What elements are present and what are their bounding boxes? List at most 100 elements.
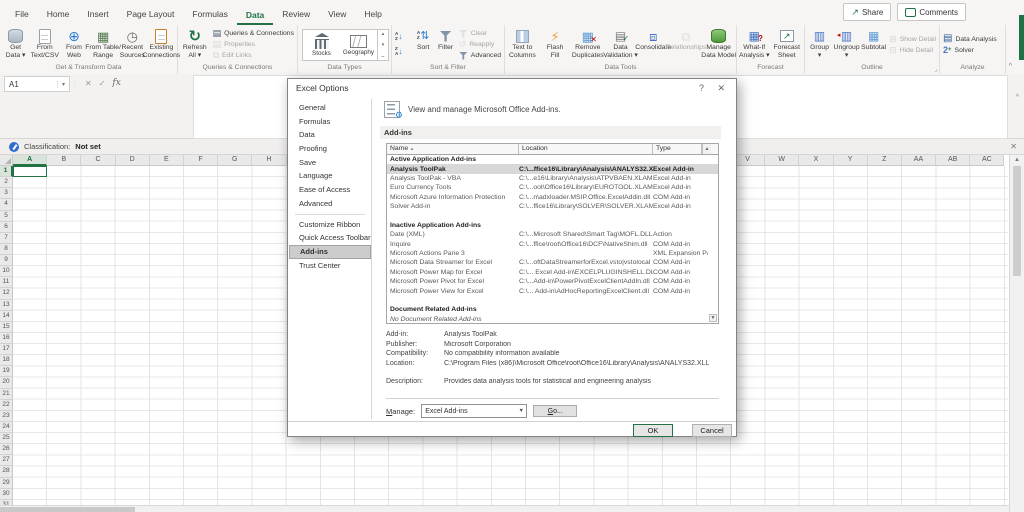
row-header-12[interactable]: 12 bbox=[0, 288, 13, 299]
ribbon-button-group[interactable]: ▥Group▾ bbox=[806, 26, 833, 63]
selected-cell-a1[interactable] bbox=[13, 166, 47, 177]
ribbon-button-what-if-analysis[interactable]: ▦?What-IfAnalysis ▾ bbox=[738, 26, 771, 63]
ok-button[interactable]: OK bbox=[633, 424, 673, 437]
addin-row-inquire[interactable]: InquireC:\...ffice\root\Office16\DCF\Nat… bbox=[387, 240, 718, 249]
ribbon-button-get-data[interactable]: GetData ▾ bbox=[1, 26, 30, 63]
addin-row-microsoft-azure-information-protection[interactable]: Microsoft Azure Information ProtectionC:… bbox=[387, 193, 718, 202]
ribbon-button-existing-connections[interactable]: ExistingConnections bbox=[147, 26, 176, 63]
row-header-14[interactable]: 14 bbox=[0, 311, 13, 322]
row-header-29[interactable]: 29 bbox=[0, 478, 13, 489]
ribbon-button-advanced[interactable]: Advanced bbox=[459, 51, 501, 61]
row-header-17[interactable]: 17 bbox=[0, 344, 13, 355]
ribbon-button-sort[interactable]: AZ⇅Sort bbox=[412, 26, 434, 63]
cancel-button[interactable]: Cancel bbox=[692, 424, 732, 437]
row-header-30[interactable]: 30 bbox=[0, 489, 13, 500]
row-header-8[interactable]: 8 bbox=[0, 244, 13, 255]
ribbon-button-edit-links[interactable]: ⧉Edit Links bbox=[213, 51, 294, 61]
ribbon-button-flash-fill[interactable]: ⚡FlashFill bbox=[539, 26, 572, 63]
row-header-15[interactable]: 15 bbox=[0, 322, 13, 333]
row-header-5[interactable]: 5 bbox=[0, 211, 13, 222]
cancel-entry-icon[interactable]: ✕ bbox=[85, 79, 92, 88]
select-all-corner[interactable] bbox=[0, 155, 13, 166]
classification-close-icon[interactable]: ✕ bbox=[1010, 142, 1017, 151]
name-box[interactable]: A1 ▾ bbox=[4, 76, 70, 92]
row-header-4[interactable]: 4 bbox=[0, 199, 13, 210]
addin-row-euro-currency-tools[interactable]: Euro Currency ToolsC:\...oot\Office16\Li… bbox=[387, 183, 718, 192]
name-box-dropdown-icon[interactable]: ▾ bbox=[57, 81, 69, 88]
row-header-24[interactable]: 24 bbox=[0, 422, 13, 433]
column-header-location[interactable]: Location bbox=[519, 144, 653, 154]
column-header-ac[interactable]: AC bbox=[970, 155, 1004, 166]
vertical-scrollbar[interactable]: ▲ bbox=[1009, 155, 1024, 512]
ribbon-button-remove-duplicates[interactable]: ▦✕RemoveDuplicates bbox=[571, 26, 604, 63]
column-header-c[interactable]: C bbox=[81, 155, 115, 166]
options-sidebar-item-quick-access-toolbar[interactable]: Quick Access Toolbar bbox=[289, 231, 371, 245]
row-headers[interactable]: 1234567891011121314151617181920212223242… bbox=[0, 166, 13, 512]
ribbon-button-forecast-sheet[interactable]: ↗ForecastSheet bbox=[771, 26, 804, 63]
options-sidebar-item-advanced[interactable]: Advanced bbox=[289, 197, 371, 211]
addin-row-analysis-toolpak[interactable]: Analysis ToolPakC:\...ffice16\Library\An… bbox=[387, 164, 718, 173]
ribbon-button-refresh-all[interactable]: ↻RefreshAll ▾ bbox=[179, 26, 211, 63]
tab-data[interactable]: Data bbox=[237, 5, 273, 26]
gallery-item-geography[interactable]: Geography bbox=[340, 30, 377, 60]
options-sidebar-item-data[interactable]: Data bbox=[289, 128, 371, 142]
addin-row-microsoft-power-view-for-excel[interactable]: Microsoft Power View for ExcelC:\... Add… bbox=[387, 286, 718, 295]
ribbon-button-reapply[interactable]: ↺Reapply bbox=[459, 40, 501, 50]
options-sidebar-item-language[interactable]: Language bbox=[289, 169, 371, 183]
tab-view[interactable]: View bbox=[319, 4, 355, 25]
row-header-11[interactable]: 11 bbox=[0, 277, 13, 288]
tab-page-layout[interactable]: Page Layout bbox=[118, 4, 184, 25]
tab-insert[interactable]: Insert bbox=[78, 4, 117, 25]
row-header-1[interactable]: 1 bbox=[0, 166, 13, 177]
sort-descending-button[interactable]: ZA↓ bbox=[395, 46, 410, 59]
column-header-type[interactable]: Type bbox=[653, 144, 702, 154]
ribbon-button-properties[interactable]: ▤Properties bbox=[213, 40, 294, 50]
addin-row-microsoft-data-streamer-for-excel[interactable]: Microsoft Data Streamer for ExcelC:\...o… bbox=[387, 258, 718, 267]
addin-row-analysis-toolpak-vba[interactable]: Analysis ToolPak - VBAC:\...e16\Library\… bbox=[387, 174, 718, 183]
row-header-27[interactable]: 27 bbox=[0, 455, 13, 466]
addins-table[interactable]: Name ▲LocationType▲Active Application Ad… bbox=[386, 143, 719, 324]
table-scroll-down-icon[interactable]: ▼ bbox=[709, 314, 717, 322]
row-header-19[interactable]: 19 bbox=[0, 366, 13, 377]
go-button[interactable]: Go... bbox=[533, 405, 577, 417]
addin-row-microsoft-power-pivot-for-excel[interactable]: Microsoft Power Pivot for ExcelC:\...Add… bbox=[387, 277, 718, 286]
options-sidebar-item-add-ins[interactable]: Add-ins bbox=[289, 245, 371, 259]
addin-row-microsoft-actions-pane-3[interactable]: Microsoft Actions Pane 3XML Expansion Pa… bbox=[387, 249, 718, 258]
ribbon-button-data-validation[interactable]: ▤✓DataValidation ▾ bbox=[604, 26, 637, 63]
dialog-launcher-icon[interactable]: ⌟ bbox=[934, 66, 937, 73]
ribbon-button-queries-connections[interactable]: ▤Queries & Connections bbox=[213, 29, 294, 39]
ribbon-button-manage-data-model[interactable]: ManageData Model bbox=[702, 26, 735, 63]
row-header-9[interactable]: 9 bbox=[0, 255, 13, 266]
comments-button[interactable]: Comments bbox=[897, 3, 966, 21]
ribbon-button-clear[interactable]: Clear bbox=[459, 29, 501, 39]
addin-row-date-xml[interactable]: Date (XML)C:\...Microsoft Shared\Smart T… bbox=[387, 230, 718, 239]
column-header-e[interactable]: E bbox=[150, 155, 184, 166]
tab-review[interactable]: Review bbox=[273, 4, 319, 25]
column-header-g[interactable]: G bbox=[218, 155, 252, 166]
row-header-18[interactable]: 18 bbox=[0, 355, 13, 366]
row-header-26[interactable]: 26 bbox=[0, 444, 13, 455]
expand-formula-bar-icon[interactable]: ^ bbox=[1016, 94, 1019, 101]
scroll-up-icon[interactable]: ▲ bbox=[1010, 155, 1024, 163]
insert-function-icon[interactable]: fx bbox=[112, 78, 120, 88]
column-header-x[interactable]: X bbox=[799, 155, 833, 166]
row-header-20[interactable]: 20 bbox=[0, 377, 13, 388]
column-header-a[interactable]: A bbox=[13, 155, 47, 166]
row-header-7[interactable]: 7 bbox=[0, 233, 13, 244]
column-header-name[interactable]: Name ▲ bbox=[387, 144, 519, 154]
manage-select[interactable]: Excel Add-ins ▼ bbox=[421, 404, 527, 418]
row-header-23[interactable]: 23 bbox=[0, 411, 13, 422]
ribbon-button-hide-detail[interactable]: ⊟Hide Detail bbox=[889, 45, 936, 55]
ribbon-button-from-web[interactable]: ⊕FromWeb bbox=[59, 26, 88, 63]
ribbon-button-subtotal[interactable]: ▦Subtotal bbox=[860, 26, 887, 63]
column-header-b[interactable]: B bbox=[47, 155, 81, 166]
formula-splitter-icon[interactable]: ⋮ bbox=[72, 80, 78, 87]
scrollbar-thumb[interactable] bbox=[1013, 166, 1021, 276]
column-header-ab[interactable]: AB bbox=[936, 155, 970, 166]
tab-file[interactable]: File bbox=[6, 4, 38, 25]
row-header-28[interactable]: 28 bbox=[0, 466, 13, 477]
sort-ascending-button[interactable]: AZ↓ bbox=[395, 31, 410, 44]
row-header-21[interactable]: 21 bbox=[0, 389, 13, 400]
options-sidebar-item-ease-of-access[interactable]: Ease of Access bbox=[289, 183, 371, 197]
gallery-scroll[interactable]: ▴▾⨽ bbox=[377, 30, 388, 60]
